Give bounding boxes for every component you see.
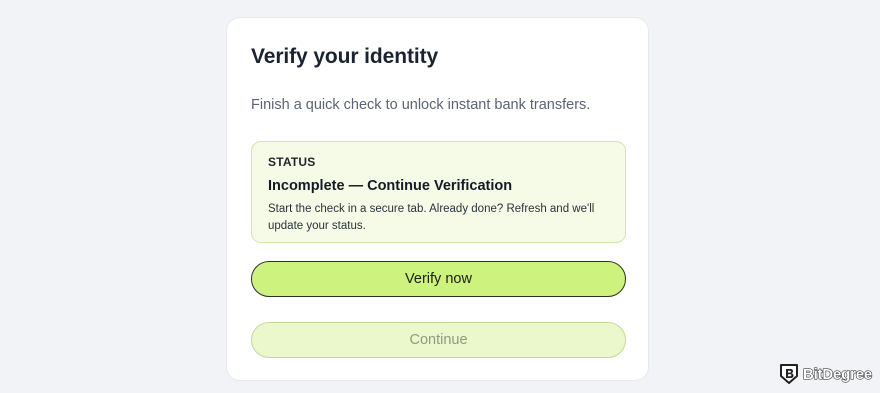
verify-now-button[interactable]: Verify now [251,261,626,297]
status-label: STATUS [268,155,316,169]
status-description: Start the check in a secure tab. Already… [268,203,595,232]
status-panel: STATUS Incomplete — Continue Verificatio… [251,141,626,243]
continue-button[interactable]: Continue [251,322,626,358]
status-title: Incomplete — Continue Verification [268,178,513,194]
bitdegree-watermark: BitDegree [779,363,873,385]
card-title: Verify your identity [251,45,439,68]
verification-card: Verify your identity Finish a quick chec… [226,17,649,381]
watermark-text: BitDegree [802,365,872,383]
card-subtitle: Finish a quick check to unlock instant b… [251,97,591,113]
bitdegree-logo-icon [779,364,798,384]
